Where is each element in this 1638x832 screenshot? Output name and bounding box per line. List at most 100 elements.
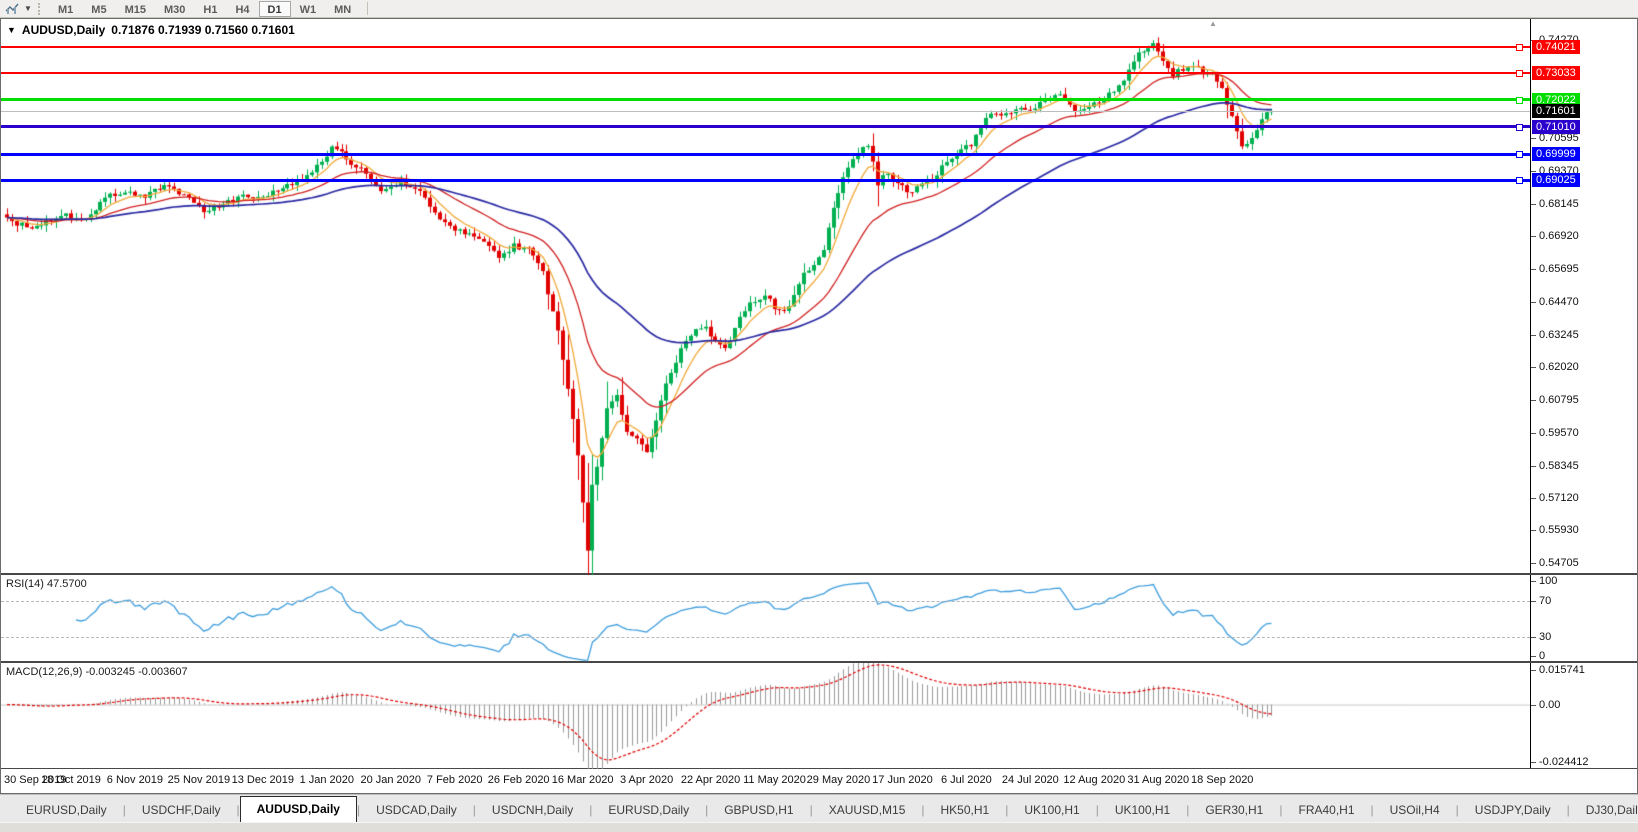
macd-label: MACD(12,26,9) -0.003245 -0.003607 <box>6 666 188 678</box>
price-tick: 0.65695 <box>1539 263 1579 275</box>
date-label: 26 Feb 2020 <box>488 774 550 786</box>
candlestick-canvas[interactable] <box>1 19 1530 575</box>
timeframe-d1-button[interactable]: D1 <box>259 1 291 17</box>
hline-handle[interactable] <box>1516 151 1523 158</box>
timeframe-m5-button[interactable]: M5 <box>82 1 115 17</box>
macd-axis: 0.0157410.00-0.024412 <box>1530 663 1637 768</box>
current-price-label: 0.71601 <box>1532 104 1580 118</box>
tab-uk100-h1[interactable]: UK100,H1 <box>1099 799 1186 822</box>
timeframe-w1-button[interactable]: W1 <box>291 1 326 17</box>
hline-price-label: 0.69025 <box>1532 173 1580 187</box>
tab-usdcnh-daily[interactable]: USDCNH,Daily <box>476 799 589 822</box>
tab-eurusd-daily[interactable]: EURUSD,Daily <box>10 799 123 822</box>
price-tick: 0.59570 <box>1539 427 1579 439</box>
hline-handle[interactable] <box>1516 97 1523 104</box>
candlestick-chart-icon <box>5 3 19 15</box>
price-tick: 0.54705 <box>1539 557 1579 569</box>
tab-usdchf-daily[interactable]: USDCHF,Daily <box>126 799 237 822</box>
hline-price-label: 0.69999 <box>1532 147 1580 161</box>
macd-tick: 0.015741 <box>1539 664 1585 676</box>
price-chart-panel[interactable]: 0.742700.705950.693700.681450.669200.656… <box>1 19 1637 575</box>
tab-usoil-h4[interactable]: USOil,H4 <box>1374 799 1456 822</box>
hline-0.72022[interactable] <box>1 98 1530 101</box>
tab-fra40-h1[interactable]: FRA40,H1 <box>1282 799 1370 822</box>
timeframe-h4-button[interactable]: H4 <box>226 1 258 17</box>
date-label: 11 May 2020 <box>743 774 806 786</box>
rsi-level-line <box>1 637 1530 638</box>
mt4-window: ▼ M1M5M15M30H1H4D1W1MN 0.742700.705950.6… <box>0 0 1638 832</box>
price-tick: 0.58345 <box>1539 460 1579 472</box>
status-strip <box>0 822 1638 832</box>
hline-0.74021[interactable] <box>1 46 1530 48</box>
hline-0.73033[interactable] <box>1 72 1530 74</box>
hline-price-label: 0.71010 <box>1532 120 1580 134</box>
timeframe-toolbar: ▼ M1M5M15M30H1H4D1W1MN <box>0 0 1638 18</box>
date-label: 22 Apr 2020 <box>681 774 740 786</box>
price-tick: 0.62020 <box>1539 361 1579 373</box>
hline-price-label: 0.73033 <box>1532 66 1580 80</box>
tab-ger30-h1[interactable]: GER30,H1 <box>1189 799 1279 822</box>
price-tick: 0.63245 <box>1539 329 1579 341</box>
tab-dj30-daily[interactable]: DJ30,Daily <box>1570 799 1638 822</box>
rsi-tick: 30 <box>1539 631 1551 643</box>
current-price-line <box>1 111 1530 112</box>
hline-handle[interactable] <box>1516 70 1523 77</box>
hline-handle[interactable] <box>1516 44 1523 51</box>
timeframe-mn-button[interactable]: MN <box>325 1 360 17</box>
ohlc-values: 0.71876 0.71939 0.71560 0.71601 <box>111 23 295 37</box>
tab-audusd-daily[interactable]: AUDUSD,Daily <box>240 796 357 822</box>
chart-type-icon[interactable] <box>2 1 22 16</box>
rsi-canvas[interactable] <box>1 575 1530 663</box>
timeframe-m1-button[interactable]: M1 <box>49 1 82 17</box>
date-label: 17 Jun 2020 <box>872 774 933 786</box>
date-label: 12 Aug 2020 <box>1063 774 1125 786</box>
hline-handle[interactable] <box>1516 124 1523 131</box>
date-label: 13 Dec 2019 <box>232 774 294 786</box>
tab-usdjpy-daily[interactable]: USDJPY,Daily <box>1459 799 1567 822</box>
price-tick: 0.57120 <box>1539 492 1579 504</box>
rsi-tick: 0 <box>1539 650 1545 662</box>
chart-tab-bar: EURUSD,Daily|USDCHF,Daily|AUDUSD,Daily|U… <box>0 794 1638 822</box>
toolbar-separator <box>367 2 368 15</box>
date-label: 31 Aug 2020 <box>1127 774 1189 786</box>
date-label: 6 Nov 2019 <box>107 774 163 786</box>
rsi-level-line <box>1 601 1530 602</box>
toolbar-grip[interactable] <box>38 3 43 15</box>
price-tick: 0.55930 <box>1539 524 1579 536</box>
symbol-label: AUDUSD,Daily <box>22 23 105 37</box>
date-label: 3 Apr 2020 <box>620 774 673 786</box>
tab-usdcad-daily[interactable]: USDCAD,Daily <box>360 799 473 822</box>
date-label: 20 Jan 2020 <box>360 774 421 786</box>
rsi-tick: 100 <box>1539 575 1557 587</box>
macd-panel[interactable]: 0.0157410.00-0.024412 MACD(12,26,9) -0.0… <box>1 663 1637 769</box>
price-tick: 0.68145 <box>1539 198 1579 210</box>
tab-hk50-h1[interactable]: HK50,H1 <box>925 799 1006 822</box>
date-label: 25 Nov 2019 <box>168 774 230 786</box>
macd-tick: -0.024412 <box>1539 756 1589 768</box>
macd-canvas[interactable] <box>1 663 1530 769</box>
price-tick: 0.66920 <box>1539 230 1579 242</box>
timeframe-h1-button[interactable]: H1 <box>194 1 226 17</box>
tab-xauusd-m15[interactable]: XAUUSD,M15 <box>813 799 922 822</box>
rsi-panel[interactable]: 10070300 RSI(14) 47.5700 <box>1 575 1637 663</box>
hline-handle[interactable] <box>1516 177 1523 184</box>
timeframe-m30-button[interactable]: M30 <box>155 1 194 17</box>
hline-0.69025[interactable] <box>1 179 1530 182</box>
tab-gbpusd-h1[interactable]: GBPUSD,H1 <box>708 799 809 822</box>
chevron-down-icon[interactable]: ▼ <box>24 4 34 13</box>
date-label: 29 May 2020 <box>807 774 871 786</box>
date-label: 24 Jul 2020 <box>1002 774 1059 786</box>
timeframe-buttons: M1M5M15M30H1H4D1W1MN <box>49 1 360 17</box>
chart-window: 0.742700.705950.693700.681450.669200.656… <box>0 18 1638 794</box>
chart-context-caret-icon[interactable]: ▼ <box>7 25 16 35</box>
tab-eurusd-daily[interactable]: EURUSD,Daily <box>592 799 705 822</box>
hline-0.69999[interactable] <box>1 153 1530 156</box>
price-axis: 0.742700.705950.693700.681450.669200.656… <box>1530 19 1637 573</box>
hline-0.71010[interactable] <box>1 125 1530 128</box>
chart-shift-marker-icon[interactable]: ▲ <box>1209 19 1217 28</box>
tab-uk100-h1[interactable]: UK100,H1 <box>1008 799 1095 822</box>
date-label: 18 Sep 2020 <box>1191 774 1253 786</box>
price-tick: 0.60795 <box>1539 394 1579 406</box>
rsi-tick: 70 <box>1539 595 1551 607</box>
timeframe-m15-button[interactable]: M15 <box>116 1 155 17</box>
